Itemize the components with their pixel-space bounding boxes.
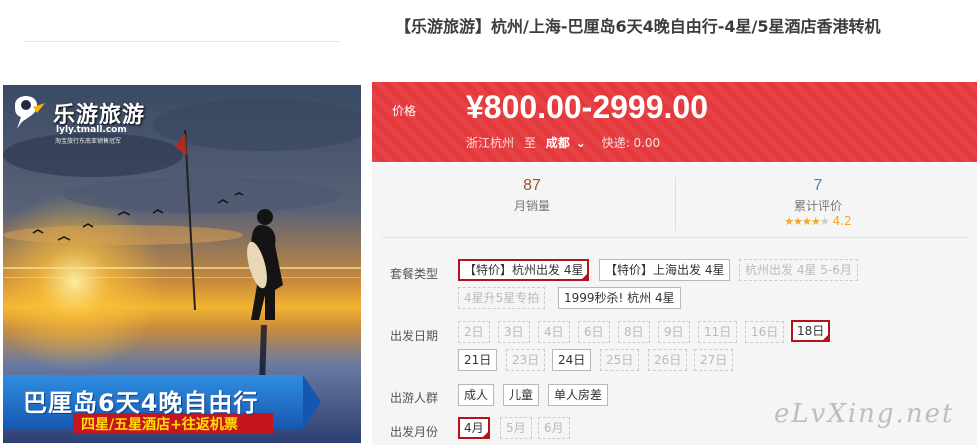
- brand-logo: 乐游旅游 lyly.tmall.com 淘宝旅行东南亚销售冠军: [9, 93, 169, 145]
- date-option[interactable]: 6日: [578, 321, 610, 343]
- date-option[interactable]: 25日: [600, 349, 640, 371]
- logo-subtitle: 淘宝旅行东南亚销售冠军: [55, 138, 122, 145]
- total-reviews[interactable]: 7 累计评价 ★★★★★ 4.2: [698, 177, 938, 228]
- date-option[interactable]: 16日: [745, 321, 785, 343]
- shipping-row: 浙江杭州 至 成都 ⌄ 快递: 0.00: [466, 134, 666, 151]
- date-option[interactable]: 3日: [498, 321, 530, 343]
- gallery-column: 乐游旅游 lyly.tmall.com 淘宝旅行东南亚销售冠军 巴厘岛6天4晚自…: [0, 0, 362, 445]
- sku-options: 套餐类型 【特价】杭州出发 4星 【特价】上海出发 4星 杭州出发 4星 5-6…: [372, 231, 977, 445]
- image-banner-subtitle: 四星/五星酒店+往返机票: [81, 417, 238, 433]
- package-option[interactable]: 杭州出发 4星 5-6月: [739, 259, 858, 281]
- ship-destination-select[interactable]: 成都 ⌄: [546, 136, 592, 150]
- product-title: 【乐游旅游】杭州/上海-巴厘岛6天4晚自由行-4星/5星酒店香港转机: [395, 17, 881, 36]
- package-option[interactable]: 4星升5星专拍: [458, 287, 546, 309]
- stat-divider: [675, 177, 676, 233]
- rating-value: 4.2: [832, 214, 852, 228]
- traveler-option[interactable]: 儿童: [503, 384, 540, 406]
- sales-label: 月销量: [513, 199, 550, 213]
- monthly-sales: 87 月销量: [412, 177, 652, 214]
- image-banner-title: 巴厘岛6天4晚自由行: [23, 389, 259, 417]
- ship-origin: 浙江杭州: [466, 136, 515, 150]
- price-value: ¥800.00-2999.00: [466, 89, 708, 125]
- date-option[interactable]: 24日: [552, 349, 592, 371]
- reviews-value: 7: [813, 177, 823, 194]
- reviews-label: 累计评价: [793, 199, 842, 213]
- watermark: eLvXing.net: [774, 399, 955, 429]
- ship-to: 至: [523, 136, 536, 150]
- date-option[interactable]: 21日: [458, 349, 498, 371]
- divider: [382, 237, 967, 238]
- price-panel: 价格 ¥800.00-2999.00 浙江杭州 至 成都 ⌄ 快递: 0.00: [372, 82, 977, 162]
- star-rating-icon: ★★★★★: [784, 215, 829, 228]
- price-label: 价格: [392, 104, 417, 118]
- product-main-image[interactable]: 乐游旅游 lyly.tmall.com 淘宝旅行东南亚销售冠军 巴厘岛6天4晚自…: [3, 85, 361, 443]
- logo-url: lyly.tmall.com: [56, 125, 127, 135]
- shipping-fee: 快递: 0.00: [601, 136, 661, 150]
- package-option[interactable]: 1999秒杀! 杭州 4星: [558, 287, 681, 309]
- date-option[interactable]: 27日: [694, 349, 734, 371]
- date-option[interactable]: 9日: [658, 321, 690, 343]
- sales-value: 87: [523, 177, 541, 194]
- departure-month-label: 出发月份: [390, 425, 439, 439]
- package-option[interactable]: 【特价】上海出发 4星: [599, 259, 731, 281]
- date-option[interactable]: 26日: [648, 349, 688, 371]
- date-option[interactable]: 8日: [618, 321, 650, 343]
- date-option[interactable]: 11日: [698, 321, 738, 343]
- package-type-label: 套餐类型: [390, 267, 439, 281]
- month-option[interactable]: 6月: [538, 417, 570, 439]
- divider: [24, 41, 339, 42]
- month-option[interactable]: 5月: [500, 417, 532, 439]
- date-option[interactable]: 4日: [538, 321, 570, 343]
- ship-destination: 成都: [545, 136, 570, 150]
- stats-area: 87 月销量 7 累计评价 ★★★★★ 4.2: [372, 163, 977, 233]
- month-option[interactable]: 4月: [458, 417, 490, 440]
- date-option[interactable]: 23日: [506, 349, 546, 371]
- date-option[interactable]: 2日: [458, 321, 490, 343]
- departure-date-label: 出发日期: [390, 329, 439, 343]
- rating-row: ★★★★★ 4.2: [698, 214, 938, 228]
- traveler-option[interactable]: 成人: [458, 384, 495, 406]
- product-info-column: 【乐游旅游】杭州/上海-巴厘岛6天4晚自由行-4星/5星酒店香港转机 价格 ¥8…: [372, 0, 977, 445]
- chevron-down-icon: ⌄: [575, 136, 586, 150]
- travelers-label: 出游人群: [390, 391, 439, 405]
- package-option[interactable]: 【特价】杭州出发 4星: [458, 259, 590, 282]
- traveler-option[interactable]: 单人房差: [548, 384, 609, 406]
- date-option[interactable]: 18日: [791, 320, 831, 343]
